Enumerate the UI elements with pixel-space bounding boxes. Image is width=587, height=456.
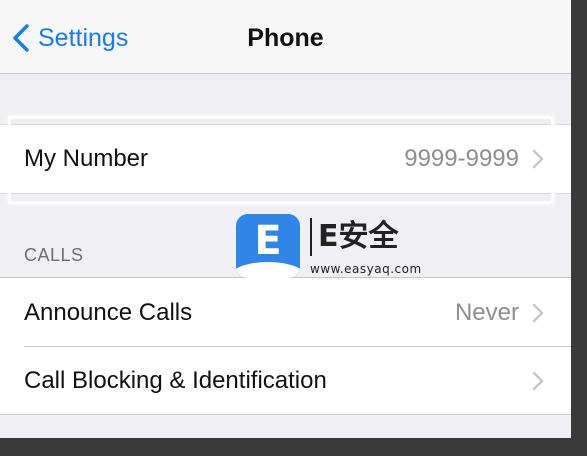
chevron-right-icon: [532, 149, 544, 169]
navigation-bar: Settings Phone: [0, 0, 571, 74]
my-number-value: 9999-9999: [404, 145, 519, 172]
calls-section-header: CALLS: [24, 245, 84, 265]
call-blocking-label: Call Blocking & Identification: [24, 366, 327, 394]
watermark-logo-letter: E: [254, 218, 282, 264]
my-number-row[interactable]: My Number 9999-9999: [0, 124, 571, 194]
page-title: Phone: [247, 24, 324, 52]
call-blocking-row[interactable]: Call Blocking & Identification: [0, 347, 571, 415]
announce-calls-label: Announce Calls: [24, 298, 193, 326]
phone-settings-screen: Settings Phone My Number 9999-9999 CALLS…: [0, 0, 571, 438]
watermark-title: E安全: [310, 218, 407, 256]
cloud-icon: [236, 262, 300, 278]
watermark-logo-icon: E: [236, 214, 300, 278]
announce-calls-value: Never: [454, 298, 519, 326]
announce-calls-row[interactable]: Announce Calls Never: [0, 277, 571, 347]
my-number-label: My Number: [24, 145, 149, 172]
watermark: E E安全 www.easyaq.com: [236, 214, 436, 280]
watermark-url: www.easyaq.com: [310, 262, 422, 276]
chevron-right-icon: [532, 303, 544, 322]
chevron-right-icon: [532, 371, 544, 390]
